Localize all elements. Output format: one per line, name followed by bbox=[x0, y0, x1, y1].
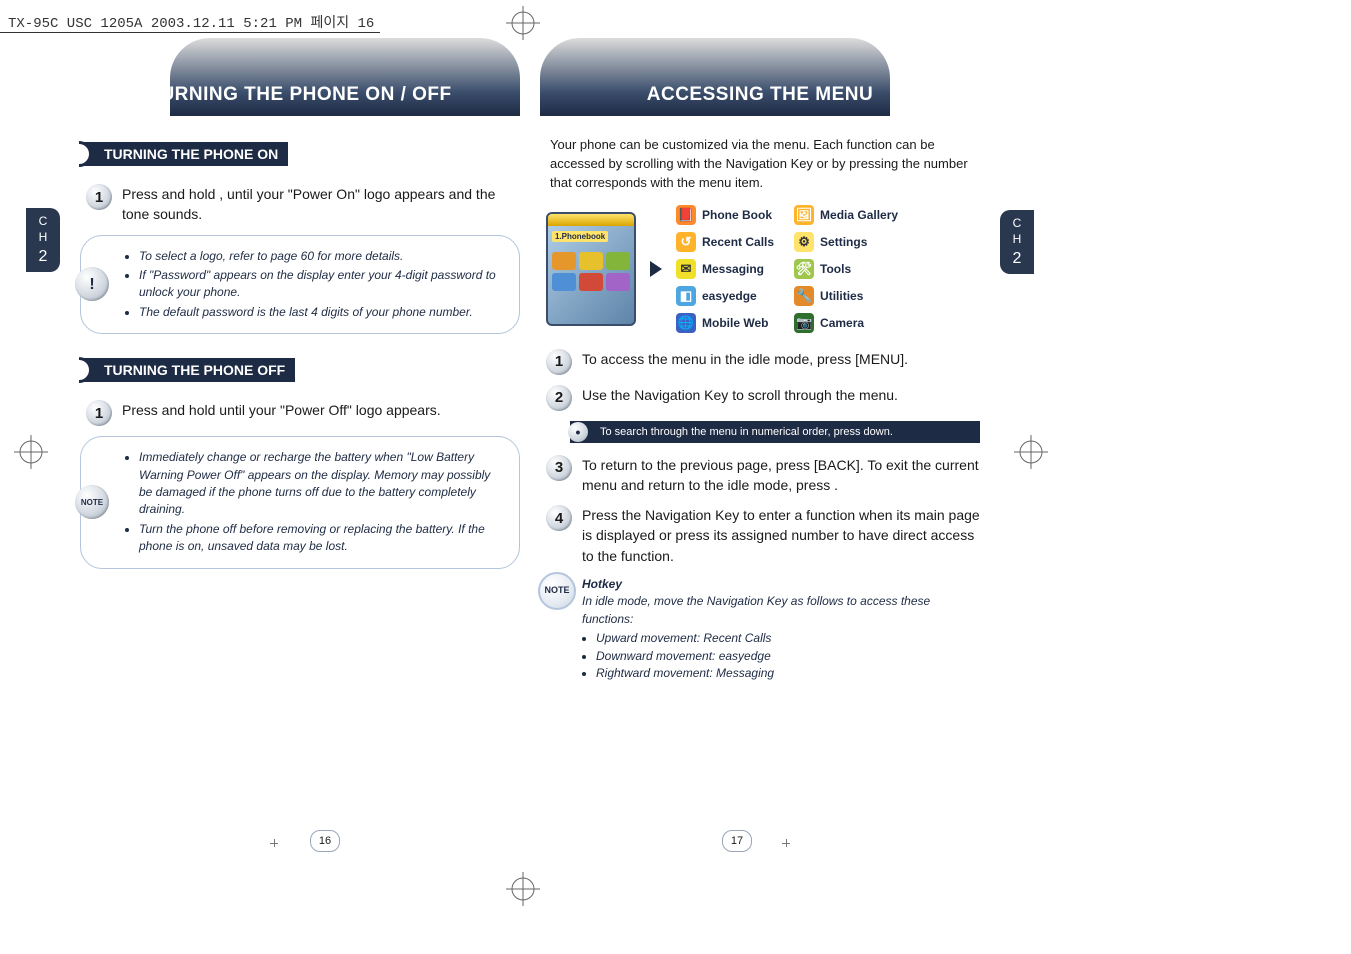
menu-item-messaging: ✉Messaging bbox=[676, 259, 774, 279]
alert-icon: ! bbox=[75, 267, 109, 301]
step-1-text: To access the menu in the idle mode, pre… bbox=[582, 349, 908, 369]
menu-item-recent-calls: ↺Recent Calls bbox=[676, 232, 774, 252]
bullet-icon: • bbox=[568, 422, 588, 442]
page-tick bbox=[270, 843, 278, 844]
chapter-number: 2 bbox=[26, 247, 60, 268]
page-right: CH 2 ACCESSING THE MENU Your phone can b… bbox=[530, 28, 990, 858]
on-tip-item: To select a logo, refer to page 60 for m… bbox=[139, 248, 503, 265]
step-number-icon: 3 bbox=[546, 455, 572, 481]
menu-item-media-gallery: 🖼Media Gallery bbox=[794, 205, 898, 225]
settings-icon: ⚙ bbox=[794, 232, 814, 252]
chapter-tab-left: CH 2 bbox=[26, 208, 60, 272]
step-on-1: 1 Press and hold , until your "Power On"… bbox=[86, 184, 520, 225]
callout-on-tips: ! To select a logo, refer to page 60 for… bbox=[80, 235, 520, 335]
note-icon: NOTE bbox=[538, 572, 576, 610]
on-tips-list: To select a logo, refer to page 60 for m… bbox=[125, 248, 503, 322]
callout-off-tips: NOTE Immediately change or recharge the … bbox=[80, 436, 520, 568]
step-number-icon: 4 bbox=[546, 505, 572, 531]
page-tick bbox=[782, 843, 790, 844]
section-bar-turning-off: TURNING THE PHONE OFF bbox=[80, 358, 295, 382]
menu-col-right: 🖼Media Gallery ⚙Settings 🛠Tools 🔧Utiliti… bbox=[794, 205, 898, 333]
note-list: Upward movement: Recent Calls Downward m… bbox=[582, 630, 970, 682]
menu-item-settings: ⚙Settings bbox=[794, 232, 898, 252]
utilities-icon: 🔧 bbox=[794, 286, 814, 306]
phone-screen-mock: 1.Phonebook bbox=[546, 212, 636, 326]
messaging-icon: ✉ bbox=[676, 259, 696, 279]
easyedge-icon: ◧ bbox=[676, 286, 696, 306]
step-2: 2 Use the Navigation Key to scroll throu… bbox=[546, 385, 980, 411]
phone-book-icon: 📕 bbox=[676, 205, 696, 225]
tools-icon: 🛠 bbox=[794, 259, 814, 279]
menu-item-phone-book: 📕Phone Book bbox=[676, 205, 774, 225]
note-item: Rightward movement: Messaging bbox=[596, 665, 970, 682]
off-tips-list: Immediately change or recharge the batte… bbox=[125, 449, 503, 555]
on-tip-item: The default password is the last 4 digit… bbox=[139, 304, 503, 321]
step-number-icon: 1 bbox=[546, 349, 572, 375]
recent-calls-icon: ↺ bbox=[676, 232, 696, 252]
step-1: 1 To access the menu in the idle mode, p… bbox=[546, 349, 980, 375]
banner-title-left: TURNING THE PHONE ON / OFF bbox=[80, 84, 520, 106]
menu-item-tools: 🛠Tools bbox=[794, 259, 898, 279]
arrow-right-icon bbox=[650, 261, 662, 277]
tip-bar: • To search through the menu in numerica… bbox=[570, 421, 980, 443]
note-item: Downward movement: easyedge bbox=[596, 648, 970, 665]
on-tip-item: If "Password" appears on the display ent… bbox=[139, 267, 503, 302]
menu-item-camera: 📷Camera bbox=[794, 313, 898, 333]
step-4: 4 Press the Navigation Key to enter a fu… bbox=[546, 505, 980, 566]
step-number-icon: 1 bbox=[86, 400, 112, 426]
step-number-icon: 2 bbox=[546, 385, 572, 411]
tip-text: To search through the menu in numerical … bbox=[600, 426, 893, 438]
menu-overview: 1.Phonebook 📕Phone Book ↺Recent bbox=[546, 205, 974, 333]
step-4-text: Press the Navigation Key to enter a func… bbox=[582, 505, 980, 566]
banner-left: TURNING THE PHONE ON / OFF bbox=[80, 38, 520, 116]
camera-icon: 📷 bbox=[794, 313, 814, 333]
note-icon: NOTE bbox=[75, 485, 109, 519]
step-3-text: To return to the previous page, press [B… bbox=[582, 455, 980, 496]
chapter-label: CH bbox=[26, 214, 60, 245]
step-2-text: Use the Navigation Key to scroll through… bbox=[582, 385, 898, 405]
crop-mark-left bbox=[14, 435, 48, 469]
note-intro: In idle mode, move the Navigation Key as… bbox=[582, 594, 930, 625]
phone-body-deco bbox=[548, 246, 634, 293]
phone-topbar bbox=[548, 214, 634, 226]
phone-highlighted-item: 1.Phonebook bbox=[552, 231, 608, 242]
off-tip-item: Immediately change or recharge the batte… bbox=[139, 449, 503, 519]
media-gallery-icon: 🖼 bbox=[794, 205, 814, 225]
step-number-icon: 1 bbox=[86, 184, 112, 210]
step-3: 3 To return to the previous page, press … bbox=[546, 455, 980, 496]
banner-right: ACCESSING THE MENU bbox=[540, 38, 980, 116]
note-item: Upward movement: Recent Calls bbox=[596, 630, 970, 647]
note-title: Hotkey bbox=[582, 577, 622, 591]
step-on-1-text: Press and hold , until your "Power On" l… bbox=[122, 184, 520, 225]
chapter-number: 2 bbox=[1000, 249, 1034, 270]
crop-mark-bottom-center bbox=[506, 872, 540, 906]
menu-columns: 📕Phone Book ↺Recent Calls ✉Messaging ◧ea… bbox=[676, 205, 898, 333]
page-number-left: 16 bbox=[310, 830, 340, 852]
mobile-web-icon: 🌐 bbox=[676, 313, 696, 333]
chapter-tab-right: CH 2 bbox=[1000, 210, 1034, 274]
menu-item-mobile-web: 🌐Mobile Web bbox=[676, 313, 774, 333]
intro-text: Your phone can be customized via the men… bbox=[550, 136, 970, 193]
banner-title-right: ACCESSING THE MENU bbox=[540, 84, 980, 106]
page-number-right: 17 bbox=[722, 830, 752, 852]
page-left: CH 2 TURNING THE PHONE ON / OFF TURNING … bbox=[70, 28, 530, 858]
hotkey-note: NOTE Hotkey In idle mode, move the Navig… bbox=[582, 576, 970, 682]
menu-item-easyedge: ◧easyedge bbox=[676, 286, 774, 306]
off-tip-item: Turn the phone off before removing or re… bbox=[139, 521, 503, 556]
chapter-label: CH bbox=[1000, 216, 1034, 247]
section-bar-turning-on: TURNING THE PHONE ON bbox=[80, 142, 288, 166]
step-off-1: 1 Press and hold until your "Power Off" … bbox=[86, 400, 520, 426]
menu-col-left: 📕Phone Book ↺Recent Calls ✉Messaging ◧ea… bbox=[676, 205, 774, 333]
step-off-1-text: Press and hold until your "Power Off" lo… bbox=[122, 400, 441, 420]
menu-item-utilities: 🔧Utilities bbox=[794, 286, 898, 306]
